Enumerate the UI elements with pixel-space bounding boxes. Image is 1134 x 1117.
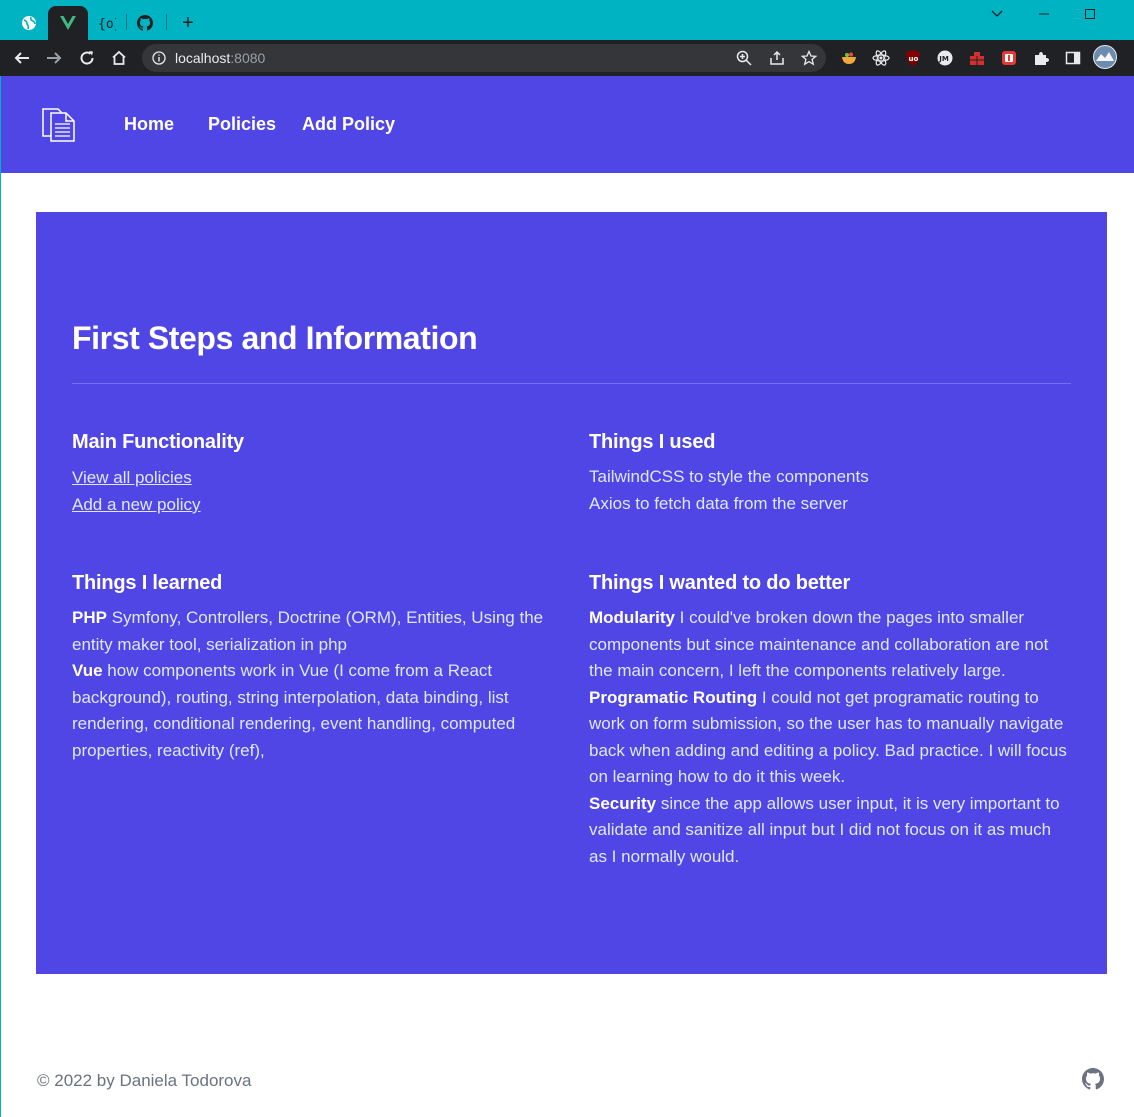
red-extension-icon[interactable]	[967, 48, 987, 68]
minimize-button[interactable]	[1021, 0, 1067, 28]
tab-separator	[126, 14, 127, 30]
section-heading: Main Functionality	[72, 431, 244, 453]
things-used-section: Things I used TailwindCSS to style the c…	[589, 431, 1071, 517]
item-text: Symfony, Controllers, Doctrine (ORM), En…	[72, 608, 544, 654]
item-text: how components work in Vue (I come from …	[72, 661, 516, 760]
section-heading: Things I wanted to do better	[589, 572, 851, 594]
nav-home-link[interactable]: Home	[124, 114, 174, 135]
profile-avatar[interactable]	[1093, 45, 1117, 69]
list-item: Axios to fetch data from the server	[589, 493, 848, 513]
section-heading: Things I used	[589, 431, 716, 453]
view-all-policies-link[interactable]: View all policies	[72, 464, 554, 491]
item-label: Modularity	[589, 608, 675, 627]
arrow-left-icon	[14, 52, 29, 64]
arrow-right-icon	[47, 52, 62, 64]
svg-text:uo: uo	[909, 55, 919, 63]
github-icon	[137, 15, 153, 31]
zoom-icon[interactable]	[734, 48, 754, 68]
forward-button[interactable]	[40, 44, 68, 72]
tab-vue-active[interactable]	[48, 6, 88, 40]
home-button[interactable]	[105, 44, 133, 72]
list-item: Vue how components work in Vue (I come f…	[72, 658, 554, 764]
star-icon[interactable]	[799, 48, 819, 68]
new-tab-button[interactable]: +	[174, 6, 202, 40]
page-title: First Steps and Information	[72, 320, 478, 356]
tab-globe[interactable]	[12, 6, 46, 40]
ublock-icon[interactable]: uo	[903, 48, 923, 68]
braces-icon: {o}	[98, 17, 116, 31]
puzzle-icon[interactable]	[1031, 48, 1051, 68]
vue-icon	[60, 16, 76, 30]
main-functionality-section: Main Functionality View all policies Add…	[72, 431, 554, 518]
nav-add-policy-link[interactable]: Add Policy	[302, 114, 395, 135]
svg-text:{o}: {o}	[98, 17, 116, 31]
item-label: Programatic Routing	[589, 687, 758, 707]
url-port: :8080	[230, 50, 266, 66]
add-new-policy-link[interactable]: Add a new policy	[72, 491, 554, 518]
url-text: localhost:8080	[175, 50, 265, 66]
browser-toolbar: localhost:8080 uo JM	[0, 40, 1134, 76]
red-square-extension-icon[interactable]	[999, 48, 1019, 68]
maximize-button[interactable]	[1067, 0, 1113, 28]
document-logo-icon[interactable]	[41, 106, 77, 147]
sidepanel-icon[interactable]	[1063, 48, 1083, 68]
address-bar[interactable]: localhost:8080	[142, 44, 826, 72]
github-icon	[1082, 1068, 1104, 1090]
tab-braces[interactable]: {o}	[92, 6, 122, 40]
do-better-section: Things I wanted to do better Modularity …	[589, 572, 1071, 870]
bowl-extension-icon[interactable]	[839, 48, 859, 68]
title-divider	[72, 383, 1071, 384]
tab-search-button[interactable]	[974, 0, 1020, 28]
home-icon	[112, 50, 126, 65]
nav-policies-link[interactable]: Policies	[208, 114, 276, 135]
url-host: localhost	[175, 50, 231, 66]
item-label: Vue	[72, 661, 103, 680]
share-icon[interactable]	[767, 48, 787, 68]
list-item: Modularity I could've broken down the pa…	[589, 605, 1071, 685]
tab-github[interactable]	[130, 6, 160, 40]
reload-button[interactable]	[73, 44, 101, 72]
chevron-down-icon	[991, 10, 1003, 17]
item-label: Security	[589, 793, 657, 813]
info-panel: First Steps and Information Main Functio…	[36, 212, 1107, 974]
item-label: PHP	[72, 608, 107, 627]
react-devtools-icon[interactable]	[871, 48, 891, 68]
maximize-icon	[1085, 9, 1095, 19]
jm-extension-icon[interactable]: JM	[935, 48, 955, 68]
tab-separator	[166, 14, 167, 30]
svg-text:JM: JM	[938, 55, 949, 63]
back-button[interactable]	[8, 44, 36, 72]
info-icon	[152, 51, 166, 65]
navbar: Home Policies Add Policy	[1, 76, 1134, 173]
list-item: Programatic Routing I could not get prog…	[589, 685, 1071, 791]
list-item: PHP Symfony, Controllers, Doctrine (ORM)…	[72, 605, 554, 658]
minimize-icon	[1039, 13, 1049, 15]
list-item: Security since the app allows user input…	[589, 791, 1071, 871]
things-learned-section: Things I learned PHP Symfony, Controller…	[72, 572, 554, 764]
globe-icon	[22, 16, 36, 30]
footer-github-link[interactable]	[1082, 1068, 1104, 1095]
list-item: TailwindCSS to style the components	[589, 467, 869, 486]
window-border	[0, 76, 1, 1117]
item-text: since the app allows user input, it is v…	[589, 793, 1060, 866]
browser-titlebar: {o} +	[0, 0, 1134, 40]
reload-icon	[80, 51, 94, 65]
footer-copyright: © 2022 by Daniela Todorova	[37, 1071, 252, 1090]
section-heading: Things I learned	[72, 572, 223, 594]
